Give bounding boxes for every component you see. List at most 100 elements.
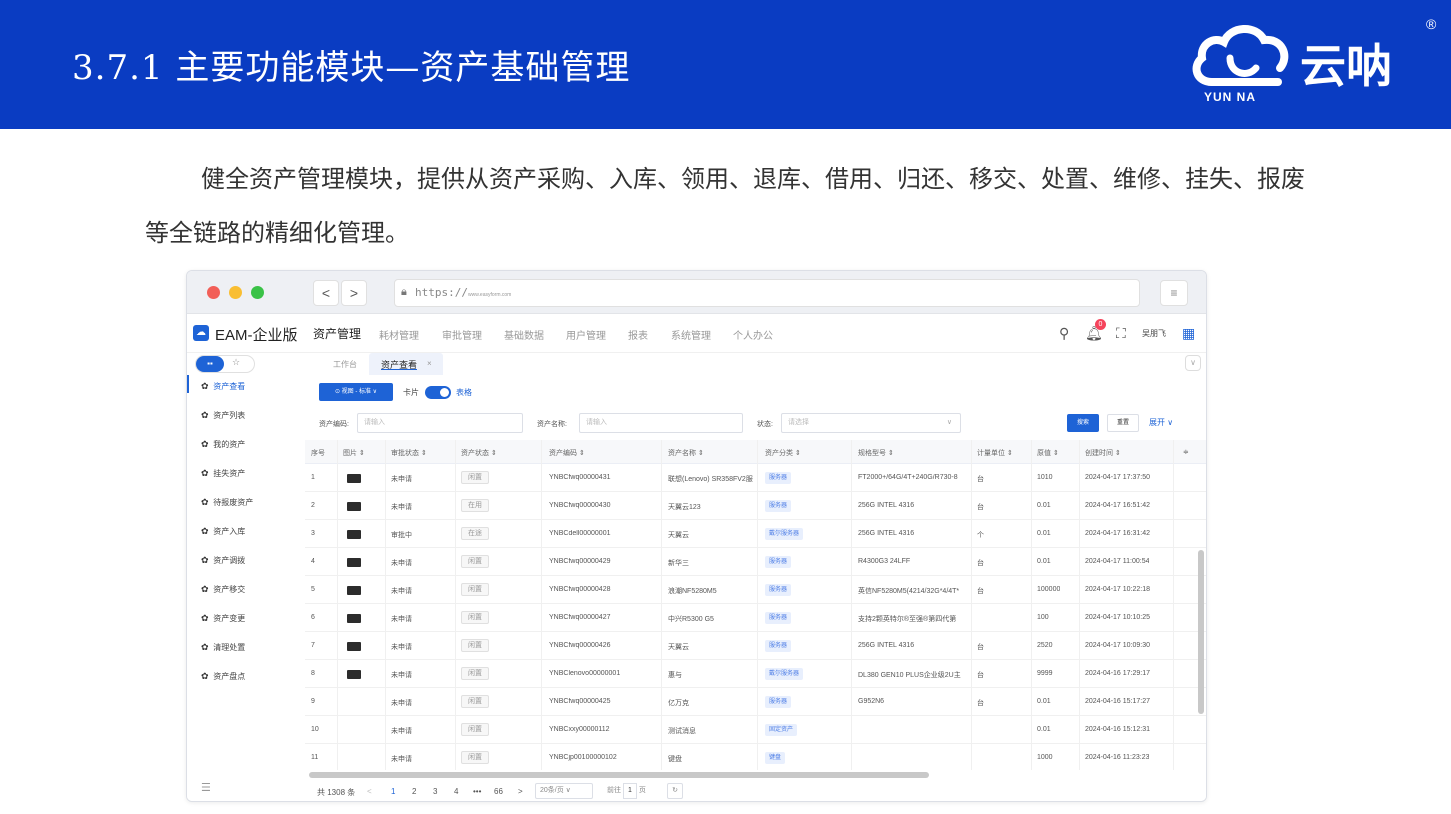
- card-table-switch[interactable]: [425, 386, 451, 399]
- expand-filters-button[interactable]: 展开 ∨: [1149, 417, 1173, 428]
- sidebar-item-my-assets[interactable]: ✿ 我的资产: [201, 439, 245, 450]
- table-row[interactable]: 9 未申请 闲置 YNBCfwq00000425 亿万克 服务器 G952N6 台 0.01 20…: [305, 688, 1206, 716]
- refresh-icon[interactable]: ↻: [667, 783, 683, 799]
- user-name[interactable]: 吴朋飞: [1142, 328, 1166, 339]
- nav-item-basic-data[interactable]: 基础数据: [504, 327, 544, 342]
- goto-input[interactable]: 1: [622, 783, 637, 799]
- back-button[interactable]: <: [313, 280, 339, 306]
- tab-close-icon[interactable]: ×: [427, 359, 432, 368]
- nav-item-consumables[interactable]: 耗材管理: [379, 327, 419, 342]
- table-row[interactable]: 7 未申请 闲置 YNBCfwq00000426 天翼云 服务器 256G INTEL 43…: [305, 632, 1206, 660]
- table-row[interactable]: 1 未申请 闲置 YNBCfwq00000431 联想(Lenovo) SR358FV2…: [305, 464, 1206, 492]
- minimize-dot-icon[interactable]: [229, 286, 242, 299]
- column-header[interactable]: 序号: [311, 448, 325, 458]
- slide-title: 3.7.1 主要功能模块—资产基础管理: [72, 48, 631, 88]
- column-divider: [1173, 440, 1174, 770]
- forward-button[interactable]: >: [341, 280, 367, 306]
- column-header[interactable]: 资产状态 ⇕: [461, 448, 497, 458]
- table-row[interactable]: 3 审批中 在途 YNBCdell00000001 天翼云 戴尔服务器 256G INTEL…: [305, 520, 1206, 548]
- view-mode-dropdown[interactable]: ⊙ 视图 - 标准 ∨: [319, 383, 393, 401]
- column-header[interactable]: 资产名称 ⇕: [668, 448, 704, 458]
- asset-thumbnail[interactable]: [347, 558, 361, 567]
- vertical-scrollbar[interactable]: [1198, 550, 1204, 714]
- page-size-select[interactable]: 20条/页 ∨: [535, 783, 593, 799]
- star-mode-icon[interactable]: ☆: [232, 357, 240, 368]
- asset-code-input[interactable]: 请输入: [357, 413, 523, 433]
- pagination: 共 1308 条 < 1 2 3 4 ••• 66 > 20条/页 ∨ 前往 1…: [305, 781, 1206, 801]
- maximize-dot-icon[interactable]: [251, 286, 264, 299]
- nav-item-system[interactable]: 系统管理: [671, 327, 711, 342]
- sidebar-mode-toggle[interactable]: ▪▪ ☆: [195, 355, 255, 373]
- column-header[interactable]: 审批状态 ⇕: [391, 448, 427, 458]
- asset-thumbnail[interactable]: [347, 586, 361, 595]
- page-1[interactable]: 1: [391, 787, 395, 796]
- main-content: 工作台 资产查看 × ∨ ⊙ 视图 - 标准 ∨ 卡片 表格 资产编码: 请输入…: [305, 353, 1206, 801]
- prev-page-icon[interactable]: <: [367, 787, 372, 796]
- column-divider: [661, 440, 662, 770]
- collapse-sidebar-icon[interactable]: ☰: [201, 781, 211, 794]
- asset-thumbnail[interactable]: [347, 530, 361, 539]
- table-row[interactable]: 6 未申请 闲置 YNBCfwq00000427 中兴R5300 G5 服务器 支持2颗英特…: [305, 604, 1206, 632]
- fullscreen-icon[interactable]: ⛶: [1116, 325, 1126, 342]
- page-3[interactable]: 3: [433, 787, 437, 796]
- column-settings-icon[interactable]: ≑: [1183, 448, 1189, 456]
- column-header[interactable]: 计量单位 ⇕: [977, 448, 1013, 458]
- sidebar-item-asset-inbound[interactable]: ✿ 资产入库: [201, 526, 245, 537]
- address-bar[interactable]: 🔒︎ https://www.easyform.com: [394, 279, 1140, 307]
- tab-workbench[interactable]: 工作台: [333, 359, 357, 370]
- gear-icon: ✿: [201, 671, 209, 681]
- nav-item-personal[interactable]: 个人办公: [733, 327, 773, 342]
- asset-thumbnail[interactable]: [347, 670, 361, 679]
- table-row[interactable]: 10 未申请 闲置 YNBCxxy00000112 测试消息 固定资产 0.01 2024-0…: [305, 716, 1206, 744]
- column-header[interactable]: 图片 ⇕: [343, 448, 365, 458]
- asset-thumbnail[interactable]: [347, 642, 361, 651]
- reset-button[interactable]: 重置: [1107, 414, 1139, 432]
- asset-name-input[interactable]: 请输入: [579, 413, 743, 433]
- nav-item-asset-management[interactable]: 资产管理: [313, 325, 361, 342]
- search-button[interactable]: 搜索: [1067, 414, 1099, 432]
- nav-item-reports[interactable]: 报表: [628, 327, 648, 342]
- sidebar-item-lost-assets[interactable]: ✿ 挂失资产: [201, 468, 245, 479]
- sidebar-item-asset-allocation[interactable]: ✿ 资产调拨: [201, 555, 245, 566]
- sidebar-item-asset-change[interactable]: ✿ 资产变更: [201, 613, 245, 624]
- cell-approval: 未申请: [391, 672, 412, 679]
- nav-item-user-management[interactable]: 用户管理: [566, 327, 606, 342]
- nav-item-approval[interactable]: 审批管理: [442, 327, 482, 342]
- table-row[interactable]: 11 未申请 闲置 YNBCjp00100000102 键盘 键盘 1000 2024-04-…: [305, 744, 1206, 770]
- column-header[interactable]: 原值 ⇕: [1037, 448, 1059, 458]
- tabs-dropdown-icon[interactable]: ∨: [1185, 355, 1201, 371]
- grid-mode-icon[interactable]: ▪▪: [196, 356, 224, 372]
- sidebar-item-asset-list[interactable]: ✿ 资产列表: [201, 410, 245, 421]
- search-icon[interactable]: ⚲: [1059, 325, 1069, 342]
- sidebar-item-disposal[interactable]: ✿ 清理处置: [201, 642, 245, 653]
- asset-thumbnail[interactable]: [347, 614, 361, 623]
- page-4[interactable]: 4: [454, 787, 458, 796]
- asset-thumbnail[interactable]: [347, 474, 361, 483]
- cell-name: 测试消息: [668, 728, 696, 735]
- sidebar-item-inventory[interactable]: ✿ 资产盘点: [201, 671, 245, 682]
- column-header[interactable]: 创建时间 ⇕: [1085, 448, 1121, 458]
- column-header[interactable]: 规格型号 ⇕: [858, 448, 894, 458]
- asset-thumbnail[interactable]: [347, 502, 361, 511]
- column-header[interactable]: 资产分类 ⇕: [765, 448, 801, 458]
- cell-no: 2: [311, 502, 315, 509]
- sidebar-item-pending-scrap[interactable]: ✿ 待报废资产: [201, 497, 253, 508]
- page-66[interactable]: 66: [494, 787, 503, 796]
- status-select[interactable]: 请选择 ∨: [781, 413, 961, 433]
- column-header[interactable]: 资产编码 ⇕: [549, 448, 585, 458]
- table-row[interactable]: 8 未申请 闲置 YNBClenovo00000001 惠与 戴尔服务器 DL380 GEN…: [305, 660, 1206, 688]
- table-row[interactable]: 5 未申请 闲置 YNBCfwq00000428 浪潮NF5280M5 服务器 英信NF52…: [305, 576, 1206, 604]
- page-2[interactable]: 2: [412, 787, 416, 796]
- horizontal-scrollbar[interactable]: [309, 772, 929, 778]
- sidebar-item-asset-view[interactable]: ✿ 资产查看: [201, 381, 245, 392]
- table-row[interactable]: 2 未申请 在用 YNBCfwq00000430 天翼云123 服务器 256G INTEL…: [305, 492, 1206, 520]
- next-page-icon[interactable]: >: [518, 787, 523, 796]
- close-dot-icon[interactable]: [207, 286, 220, 299]
- apps-grid-icon[interactable]: ▦: [1182, 325, 1195, 342]
- browser-menu-button[interactable]: ≡: [1160, 280, 1188, 306]
- cell-unit: 台: [977, 672, 984, 679]
- sidebar-item-asset-transfer[interactable]: ✿ 资产移交: [201, 584, 245, 595]
- table-row[interactable]: 4 未申请 闲置 YNBCfwq00000429 新华三 服务器 R4300G3 24LFF…: [305, 548, 1206, 576]
- page-ellipsis[interactable]: •••: [473, 787, 481, 796]
- cell-name: 联想(Lenovo) SR358FV2服: [668, 476, 753, 483]
